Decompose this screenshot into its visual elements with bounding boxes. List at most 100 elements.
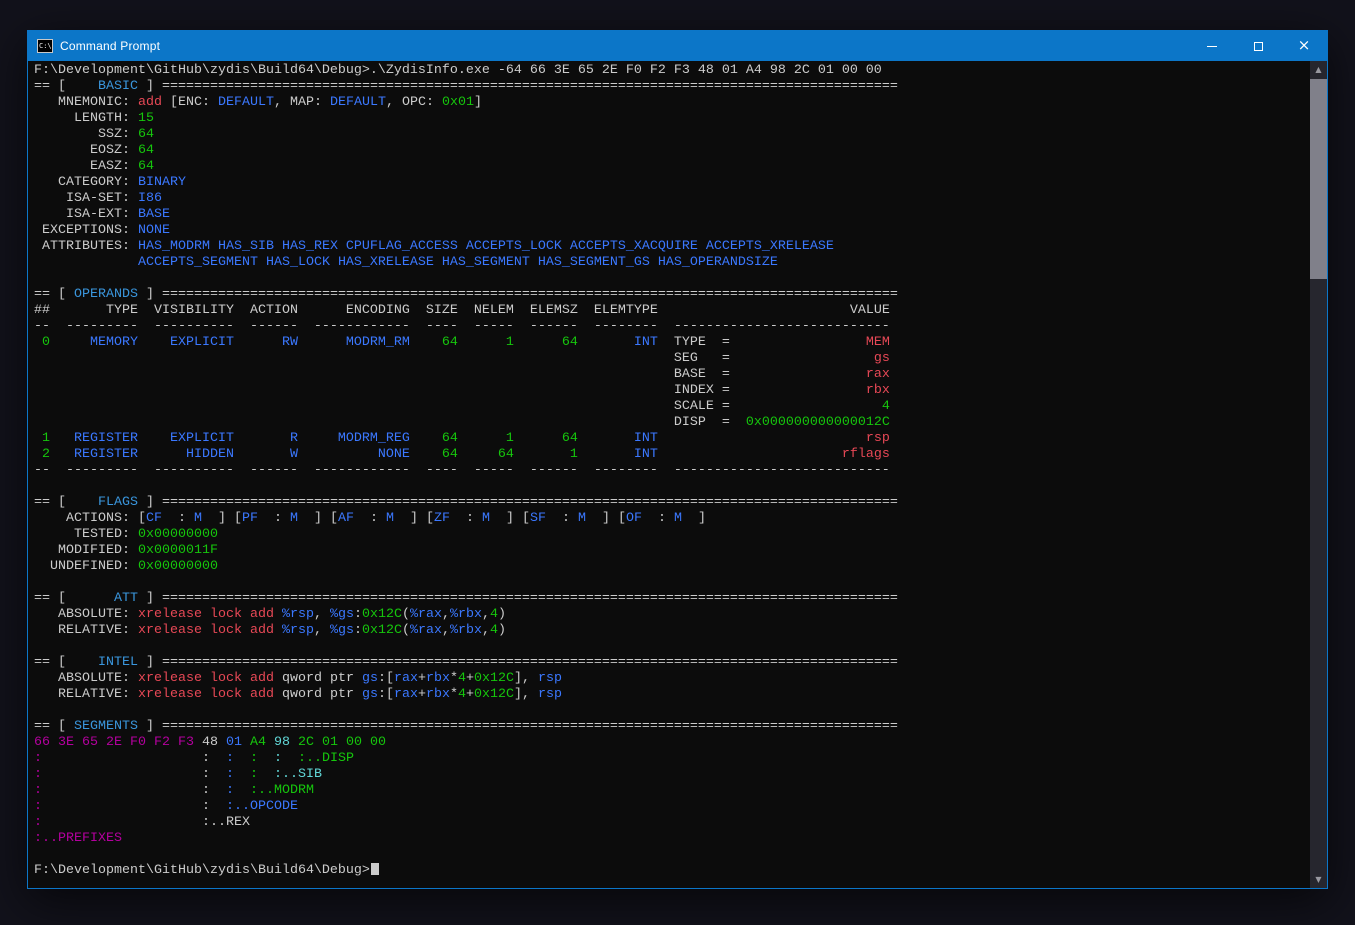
console-text-segment: :[ — [378, 671, 394, 686]
console-text-segment: : — [210, 767, 234, 782]
console-text-segment: INT — [578, 447, 658, 462]
console-text-segment: %rax — [410, 607, 442, 622]
scrollbar-thumb[interactable] — [1310, 79, 1327, 279]
console-text-segment: xrelease lock add — [138, 671, 274, 686]
console-text-segment: , — [314, 623, 330, 638]
console-text-segment: DEFAULT — [218, 95, 274, 110]
console-line: EXCEPTIONS: NONE — [34, 223, 1309, 239]
console-text-segment: BASE — [138, 207, 170, 222]
console-text-segment — [730, 351, 874, 366]
console-text-segment: 4 — [882, 399, 890, 414]
console-line: == [ INTEL ] ===========================… — [34, 655, 1309, 671]
console-text-segment: -- --------- ---------- ------ ---------… — [34, 319, 890, 334]
console-line — [34, 271, 1309, 287]
console-text-segment: : — [202, 751, 210, 766]
console-text-segment: ATTRIBUTES: — [34, 239, 138, 254]
cmd-icon[interactable]: C:\ — [37, 39, 53, 53]
console-text-segment — [730, 335, 866, 350]
console-text-segment: ========================================… — [162, 495, 898, 510]
console-text-segment: rax — [394, 671, 418, 686]
console-text-segment — [658, 431, 866, 446]
console-text-segment: MNEMONIC: — [34, 95, 138, 110]
console-text-segment — [730, 383, 866, 398]
console-text-segment — [730, 415, 746, 430]
console-text-segment: , MAP: — [274, 95, 330, 110]
console-text-segment: : — [34, 799, 42, 814]
console-text-segment — [42, 815, 202, 830]
console-line — [34, 847, 1309, 863]
console-text-segment: MEMORY EXPLICIT RW MODRM_RM — [50, 335, 410, 350]
console-text-segment: 64 — [138, 127, 154, 142]
console-text-segment: rbx — [426, 687, 450, 702]
console-text-segment: : — [354, 623, 362, 638]
console-text-segment: 0 — [34, 335, 50, 350]
console-text-segment: -- --------- ---------- ------ ---------… — [34, 463, 890, 478]
console-line: F:\Development\GitHub\zydis\Build64\Debu… — [34, 63, 1309, 79]
console-text-segment: == [ — [34, 655, 74, 670]
console-text-segment: 64 — [138, 159, 154, 174]
console-text-segment: ACCEPTS_SEGMENT HAS_LOCK HAS_XRELEASE HA… — [138, 255, 778, 270]
console-text-segment: 0x000000000000012C — [746, 415, 890, 430]
scroll-up-button[interactable]: ▲ — [1310, 61, 1327, 78]
maximize-button[interactable] — [1235, 31, 1281, 61]
console-text-segment — [34, 383, 674, 398]
console-line: MNEMONIC: add [ENC: DEFAULT, MAP: DEFAUL… — [34, 95, 1309, 111]
console-text-segment: : — [546, 511, 578, 526]
console-text-segment: INT — [578, 431, 658, 446]
console-text-segment: ( — [402, 623, 410, 638]
console-text-segment: %rsp — [282, 623, 314, 638]
console-text-segment: %rbx — [450, 623, 482, 638]
console-line: -- --------- ---------- ------ ---------… — [34, 463, 1309, 479]
console-area[interactable]: F:\Development\GitHub\zydis\Build64\Debu… — [28, 61, 1327, 888]
title-bar[interactable]: C:\ Command Prompt × — [28, 31, 1327, 61]
minimize-button[interactable] — [1189, 31, 1235, 61]
console-text-segment: ========================================… — [162, 655, 898, 670]
console-line: == [ FLAGS ] ===========================… — [34, 495, 1309, 511]
console-text-segment: == [ — [34, 591, 74, 606]
console-text-segment: == [ — [34, 495, 74, 510]
console-text-segment: INTEL — [74, 655, 138, 670]
scrollbar[interactable]: ▲ ▼ — [1310, 61, 1327, 888]
console-text-segment — [42, 799, 202, 814]
console-text-segment: DISP = — [674, 415, 730, 430]
console-line — [34, 639, 1309, 655]
console-text-segment: + — [466, 671, 474, 686]
close-button[interactable]: × — [1281, 31, 1327, 61]
console-text-segment: ] — [138, 655, 162, 670]
console-text-segment: SEG = — [674, 351, 730, 366]
console-text-segment: %rbx — [450, 607, 482, 622]
scroll-down-button[interactable]: ▼ — [1310, 871, 1327, 888]
console-line: UNDEFINED: 0x00000000 — [34, 559, 1309, 575]
console-text-segment: rax — [394, 687, 418, 702]
console-text-segment: rflags — [842, 447, 890, 462]
console-text-segment — [658, 447, 842, 462]
console-text-segment: : — [354, 607, 362, 622]
console-text-segment: , — [482, 623, 490, 638]
console-text-segment: RELATIVE: — [34, 623, 138, 638]
console-line: EOSZ: 64 — [34, 143, 1309, 159]
console-text-segment: ACTIONS: [ — [34, 511, 146, 526]
console-text-segment: ABSOLUTE: — [34, 607, 138, 622]
console-line: ## TYPE VISIBILITY ACTION ENCODING SIZE … — [34, 303, 1309, 319]
console-text-segment: BASE = — [674, 367, 730, 382]
console-text-segment: xrelease lock add — [138, 687, 274, 702]
console-text-segment: : — [234, 767, 258, 782]
console-text-segment: == [ — [34, 719, 74, 734]
console-line: LENGTH: 15 — [34, 111, 1309, 127]
console-text-segment — [42, 783, 202, 798]
console-text-segment: ISA-EXT: — [34, 207, 138, 222]
console-text-segment: ] [ — [490, 511, 530, 526]
console-text-segment: OF — [626, 511, 642, 526]
console-text-segment: :..OPCODE — [210, 799, 298, 814]
console-text-segment: ] [ — [298, 511, 338, 526]
console-text-segment: FLAGS — [74, 495, 138, 510]
console-text-segment: rsp — [538, 671, 562, 686]
console-text-segment: AF — [338, 511, 354, 526]
console-text-segment: F:\Development\GitHub\zydis\Build64\Debu… — [34, 63, 882, 78]
console-text-segment: 64 — [138, 143, 154, 158]
console-line: RELATIVE: xrelease lock add qword ptr gs… — [34, 687, 1309, 703]
console-text-segment: [ENC: — [162, 95, 218, 110]
console-text-segment: 0x01 — [442, 95, 474, 110]
console-line: -- --------- ---------- ------ ---------… — [34, 319, 1309, 335]
console-text-segment: rsp — [538, 687, 562, 702]
